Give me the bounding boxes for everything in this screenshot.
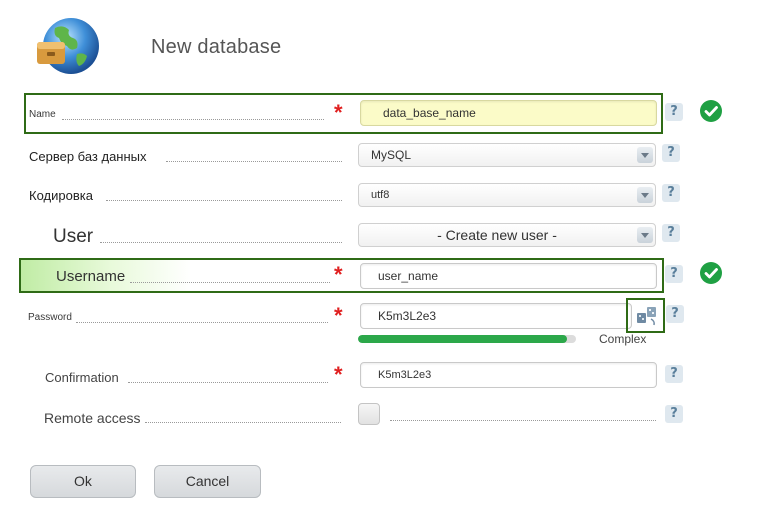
password-required-mark: * (334, 303, 343, 328)
encoding-select[interactable]: utf8 (358, 183, 656, 207)
confirmation-label: Confirmation (45, 370, 119, 385)
username-leader-dots (130, 282, 330, 283)
remote-access-help-icon[interactable]: ? (665, 405, 683, 423)
username-input[interactable]: user_name (360, 263, 657, 289)
server-select[interactable]: MySQL (358, 143, 656, 167)
password-help-icon[interactable]: ? (666, 305, 684, 323)
database-globe-icon (33, 14, 103, 80)
name-valid-checkmark-icon (700, 100, 722, 122)
confirmation-help-icon[interactable]: ? (665, 365, 683, 383)
name-label: Name (29, 109, 56, 120)
ok-button[interactable]: Ok (30, 465, 136, 498)
name-required-mark: * (334, 100, 343, 125)
remote-access-leader-dots (145, 422, 341, 423)
chevron-down-icon (637, 227, 653, 243)
chevron-down-icon (637, 187, 653, 203)
username-valid-checkmark-icon (700, 262, 722, 284)
user-leader-dots (100, 242, 342, 243)
name-leader-dots (62, 119, 324, 120)
remote-access-checkbox[interactable] (358, 403, 380, 425)
password-label: Password (28, 312, 72, 323)
user-select[interactable]: - Create new user - (358, 223, 656, 247)
encoding-select-value: utf8 (371, 189, 390, 201)
user-label: User (53, 226, 94, 247)
page-title: New database (151, 36, 282, 58)
user-select-value: - Create new user - (437, 227, 557, 243)
password-strength-bar (358, 335, 576, 343)
password-strength-fill (358, 335, 568, 343)
name-help-icon[interactable]: ? (665, 103, 683, 121)
encoding-label: Кодировка (29, 188, 93, 203)
confirmation-leader-dots (128, 382, 328, 383)
remote-access-trailing-dots (390, 420, 656, 421)
name-input[interactable]: data_base_name (360, 100, 657, 126)
server-select-value: MySQL (371, 148, 412, 162)
username-label: Username (56, 268, 126, 285)
password-strength-label: Complex (599, 332, 647, 346)
confirmation-input[interactable]: K5m3L2e3 (360, 362, 657, 388)
encoding-help-icon[interactable]: ? (662, 184, 680, 202)
password-input[interactable]: K5m3L2e3 (360, 303, 632, 329)
password-leader-dots (76, 322, 328, 323)
server-leader-dots (166, 161, 342, 162)
server-label: Сервер баз данных (29, 149, 147, 164)
confirmation-required-mark: * (334, 362, 343, 387)
cancel-button[interactable]: Cancel (154, 465, 261, 498)
user-help-icon[interactable]: ? (662, 224, 680, 242)
chevron-down-icon (637, 147, 653, 163)
server-help-icon[interactable]: ? (662, 144, 680, 162)
generate-password-icon[interactable] (634, 303, 660, 327)
username-help-icon[interactable]: ? (665, 265, 683, 283)
remote-access-label: Remote access (44, 410, 141, 426)
username-required-mark: * (334, 262, 343, 287)
encoding-leader-dots (106, 200, 342, 201)
